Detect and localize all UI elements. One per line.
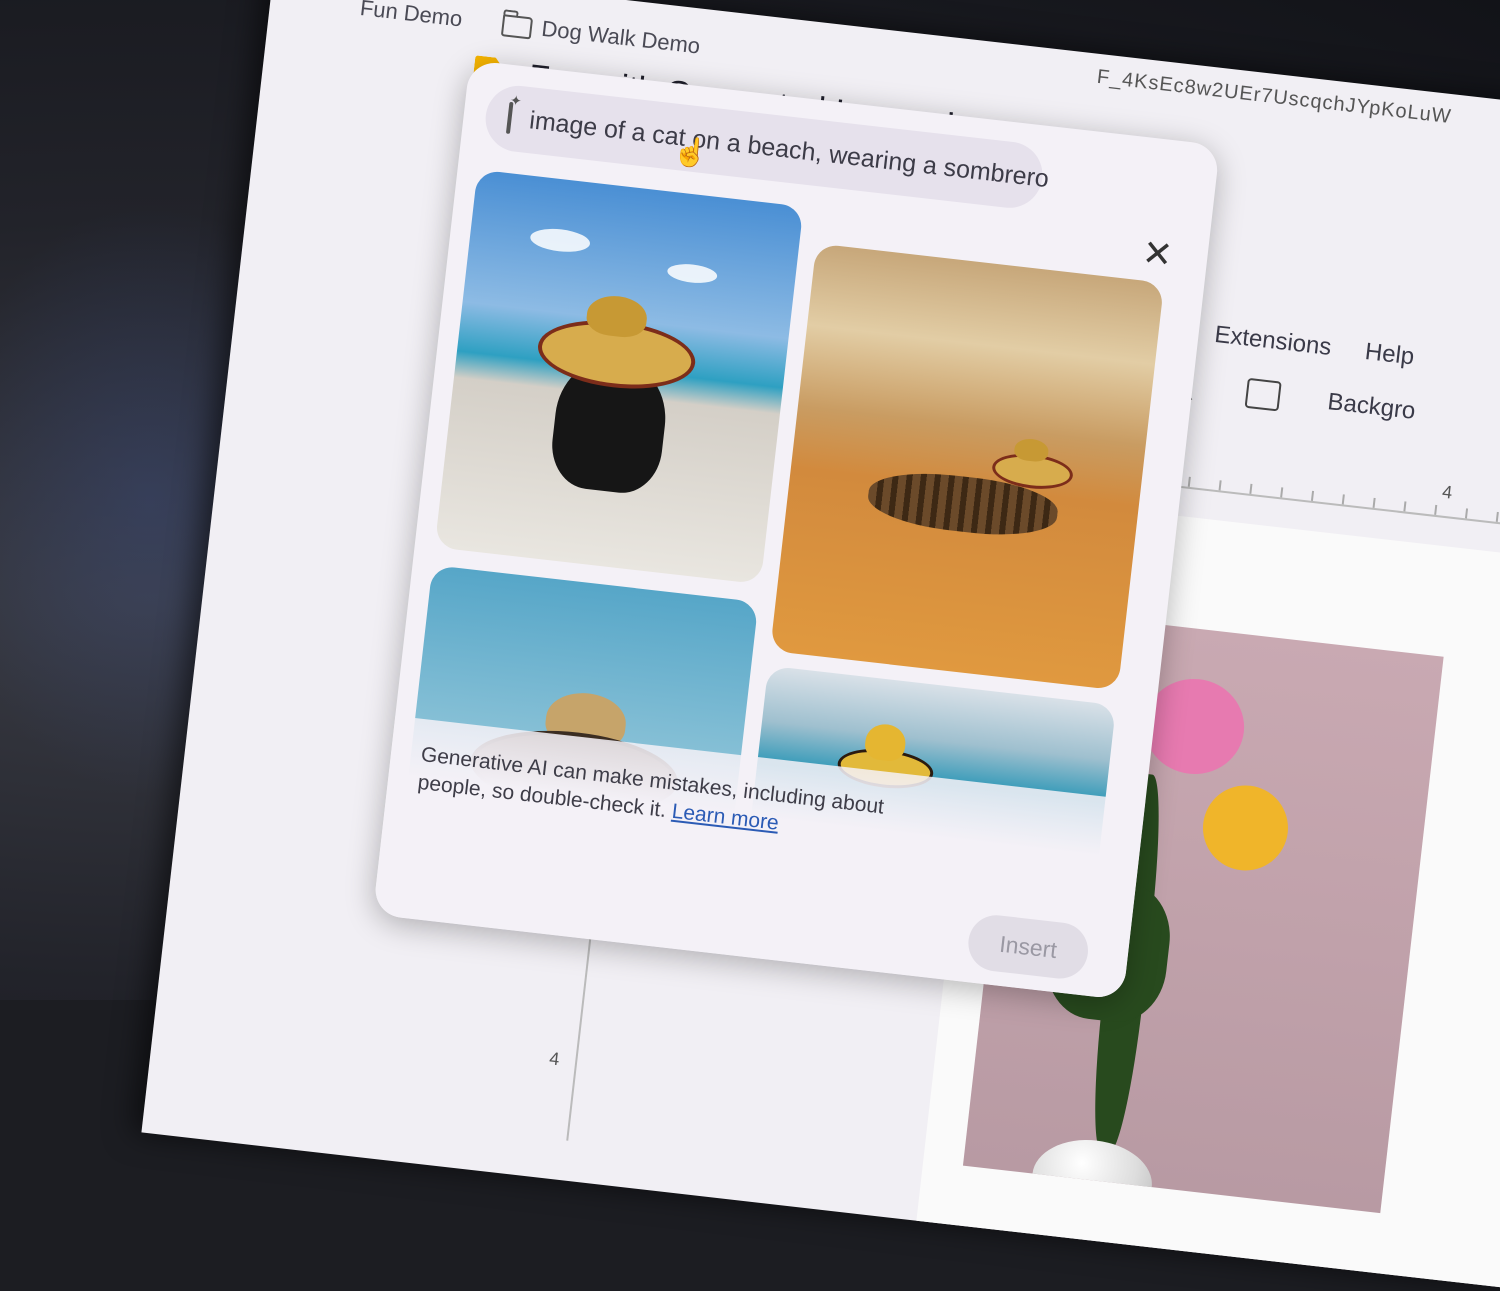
bookmark-dog-walk-demo[interactable]: Dog Walk Demo	[500, 11, 701, 59]
ruler-tick-label: 4	[1441, 481, 1454, 503]
close-button[interactable]: ✕	[1135, 231, 1179, 276]
cloud	[666, 261, 719, 286]
ruler-tick-label: 4	[548, 1048, 561, 1070]
menu-item-help[interactable]: Help	[1363, 338, 1416, 371]
menu-item-extensions[interactable]: Extensions	[1213, 321, 1333, 362]
generated-image-tabby-cat[interactable]	[770, 243, 1165, 691]
insert-button[interactable]: Insert	[965, 912, 1091, 982]
menu-bar: s Extensions Help	[1167, 316, 1415, 372]
image-generation-panel: image of a cat on a beach, wearing a som…	[372, 60, 1221, 1000]
generate-image-icon	[505, 101, 514, 134]
prompt-text: image of a cat on a beach, wearing a som…	[528, 105, 1051, 193]
bookmark-fun-demo[interactable]: Fun Demo	[359, 0, 464, 32]
background-button[interactable]: Backgro	[1326, 388, 1417, 426]
yellow-rose	[1198, 780, 1293, 875]
bookmark-label: Dog Walk Demo	[540, 15, 702, 59]
cloud	[529, 226, 592, 255]
hand-cursor-icon: ☝	[671, 134, 710, 170]
sombrero-crown	[863, 722, 908, 763]
generated-image-black-cat[interactable]	[434, 169, 804, 585]
add-comment-icon[interactable]	[1244, 377, 1282, 412]
folder-icon	[500, 14, 533, 40]
